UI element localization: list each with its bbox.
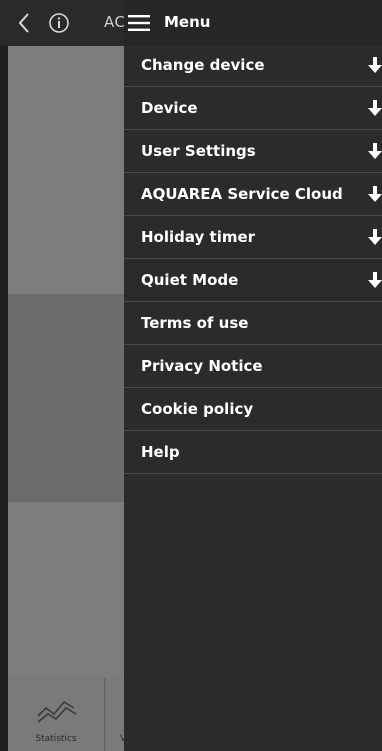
menu-item-cookie-policy[interactable]: Cookie policy	[124, 388, 382, 431]
left-edge	[0, 46, 8, 751]
menu-drawer: Menu Change device Device User Settings	[124, 0, 382, 751]
menu-item-label: Device	[141, 99, 198, 117]
menu-item-label: Quiet Mode	[141, 271, 239, 289]
menu-item-label: Help	[141, 443, 180, 461]
menu-item-label: AQUAREA Service Cloud	[141, 185, 343, 203]
menu-item-aquarea-service-cloud[interactable]: AQUAREA Service Cloud	[124, 173, 382, 216]
arrow-down-icon	[368, 186, 382, 202]
menu-item-label: Terms of use	[141, 314, 249, 332]
menu-item-device[interactable]: Device	[124, 87, 382, 130]
back-arrow-icon[interactable]	[16, 11, 32, 35]
app-title: AC	[104, 13, 126, 31]
menu-item-label: Change device	[141, 56, 265, 74]
menu-item-quiet-mode[interactable]: Quiet Mode	[124, 259, 382, 302]
menu-item-terms-of-use[interactable]: Terms of use	[124, 302, 382, 345]
menu-item-user-settings[interactable]: User Settings	[124, 130, 382, 173]
menu-title: Menu	[164, 13, 211, 31]
menu-item-label: Privacy Notice	[141, 357, 263, 375]
menu-item-label: Cookie policy	[141, 400, 254, 418]
menu-item-change-device[interactable]: Change device	[124, 44, 382, 87]
arrow-down-icon	[368, 143, 382, 159]
arrow-down-icon	[368, 100, 382, 116]
menu-item-holiday-timer[interactable]: Holiday timer	[124, 216, 382, 259]
menu-item-privacy-notice[interactable]: Privacy Notice	[124, 345, 382, 388]
menu-list: Change device Device User Settings AQUAR…	[124, 44, 382, 474]
menu-header: Menu	[124, 0, 382, 46]
tab-statistics[interactable]: Statistics	[8, 678, 105, 751]
menu-item-label: User Settings	[141, 142, 256, 160]
menu-item-help[interactable]: Help	[124, 431, 382, 474]
arrow-down-icon	[368, 272, 382, 288]
tab-statistics-label: Statistics	[35, 734, 77, 744]
statistics-icon	[37, 700, 77, 723]
hamburger-icon[interactable]	[128, 14, 150, 32]
arrow-down-icon	[368, 229, 382, 245]
arrow-down-icon	[368, 57, 382, 73]
menu-item-label: Holiday timer	[141, 228, 256, 246]
info-icon[interactable]	[47, 11, 71, 35]
